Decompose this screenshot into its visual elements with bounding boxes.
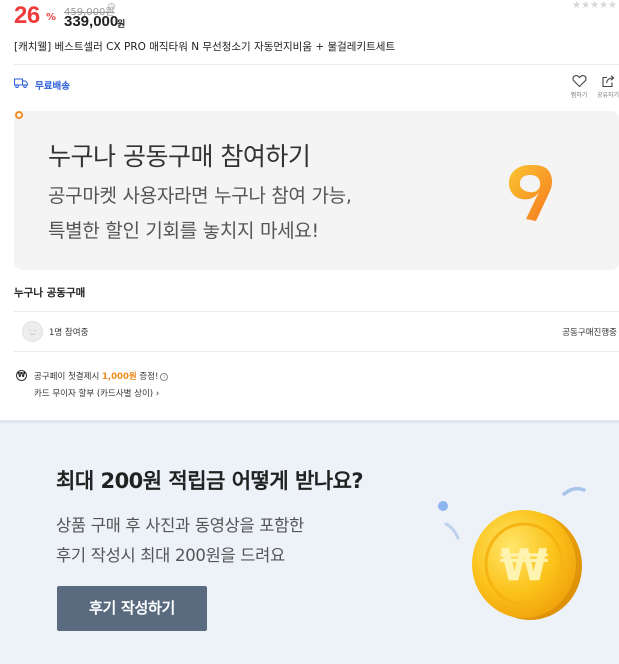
product-title: [캐치웰] 베스트셀러 CX PRO 매직타워 N 무선청소기 자동먼지비움 +… xyxy=(14,41,396,53)
promo-banner-subtitle: 공구마켓 사용자라면 누구나 참여 가능, xyxy=(48,185,352,207)
info-icon[interactable]: i xyxy=(160,372,169,381)
group-buy-status: 공동구매진행중 xyxy=(562,328,617,338)
write-review-button[interactable]: 후기 작성하기 xyxy=(57,586,207,631)
won-icon: ₩ xyxy=(16,370,27,381)
section-divider xyxy=(0,420,619,423)
share-icon xyxy=(601,75,614,88)
group-buy-member-row[interactable]: 1명 참여중 공동구매진행중 xyxy=(14,313,619,351)
review-reward-section: 최대 200원 적립금 어떻게 받나요? 상품 구매 후 사진과 동영상을 포함… xyxy=(0,420,619,664)
share-button[interactable]: 공유하기 xyxy=(593,74,619,99)
card-installment-link[interactable]: 카드 무이자 할부 (카드사별 상이) › xyxy=(34,387,159,399)
sale-price: 339,000 xyxy=(64,13,119,30)
face-icon xyxy=(29,329,36,335)
discount-unit: % xyxy=(46,12,57,23)
sale-price-unit: 원 xyxy=(117,20,126,30)
payment-text: 증정! xyxy=(136,372,159,382)
participants-count: 1명 참여중 xyxy=(49,328,89,338)
group-buy-promo-banner[interactable]: 누구나 공동구매 참여하기 공구마켓 사용자라면 누구나 참여 가능, 특별한 … xyxy=(14,111,619,270)
shipping-row: 무료배송 찜하기 공유하기 xyxy=(14,74,619,102)
card-installment-text: 카드 무이자 할부 (카드사별 상이) xyxy=(34,389,154,399)
promo-badge-icon xyxy=(15,111,23,119)
svg-text:₩: ₩ xyxy=(500,540,549,591)
coin-icon: ₩ xyxy=(438,486,586,620)
review-promo-title: 최대 200원 적립금 어떻게 받나요? xyxy=(56,469,364,493)
info-icon[interactable]: i xyxy=(108,3,115,10)
share-label: 공유하기 xyxy=(596,92,619,99)
free-shipping-label: 무료배송 xyxy=(35,81,70,92)
promo-banner-title: 누구나 공동구매 참여하기 xyxy=(48,142,311,171)
like-button[interactable]: 찜하기 xyxy=(564,74,594,99)
gongu-logo-icon xyxy=(508,165,552,221)
payment-highlight: 1,000원 xyxy=(101,372,137,382)
rating-stars: ★★★★★ xyxy=(572,0,617,11)
payment-promo-text: 공구페이 첫결제시 1,000원 증정! i xyxy=(34,370,169,382)
review-promo-subtitle: 상품 구매 후 사진과 동영상을 포함한 xyxy=(56,516,304,535)
discount-rate: 26 xyxy=(14,2,40,29)
chevron-right-icon: › xyxy=(155,389,160,399)
avatar xyxy=(22,321,43,342)
group-buy-heading: 누구나 공동구매 xyxy=(14,287,86,299)
review-promo-subtitle: 후기 작성시 최대 200원을 드려요 xyxy=(56,546,285,565)
promo-banner-subtitle: 특별한 할인 기회를 놓치지 마세요! xyxy=(48,220,319,242)
price-row: 26 % 459,000원 i 339,000 원 ★★★★★ xyxy=(14,0,619,34)
divider xyxy=(14,351,619,352)
heart-icon xyxy=(571,74,587,88)
divider xyxy=(14,64,619,65)
truck-icon xyxy=(14,78,28,88)
payment-text: 공구페이 첫결제시 xyxy=(34,372,102,382)
like-label: 찜하기 xyxy=(570,92,588,99)
divider xyxy=(14,311,619,312)
